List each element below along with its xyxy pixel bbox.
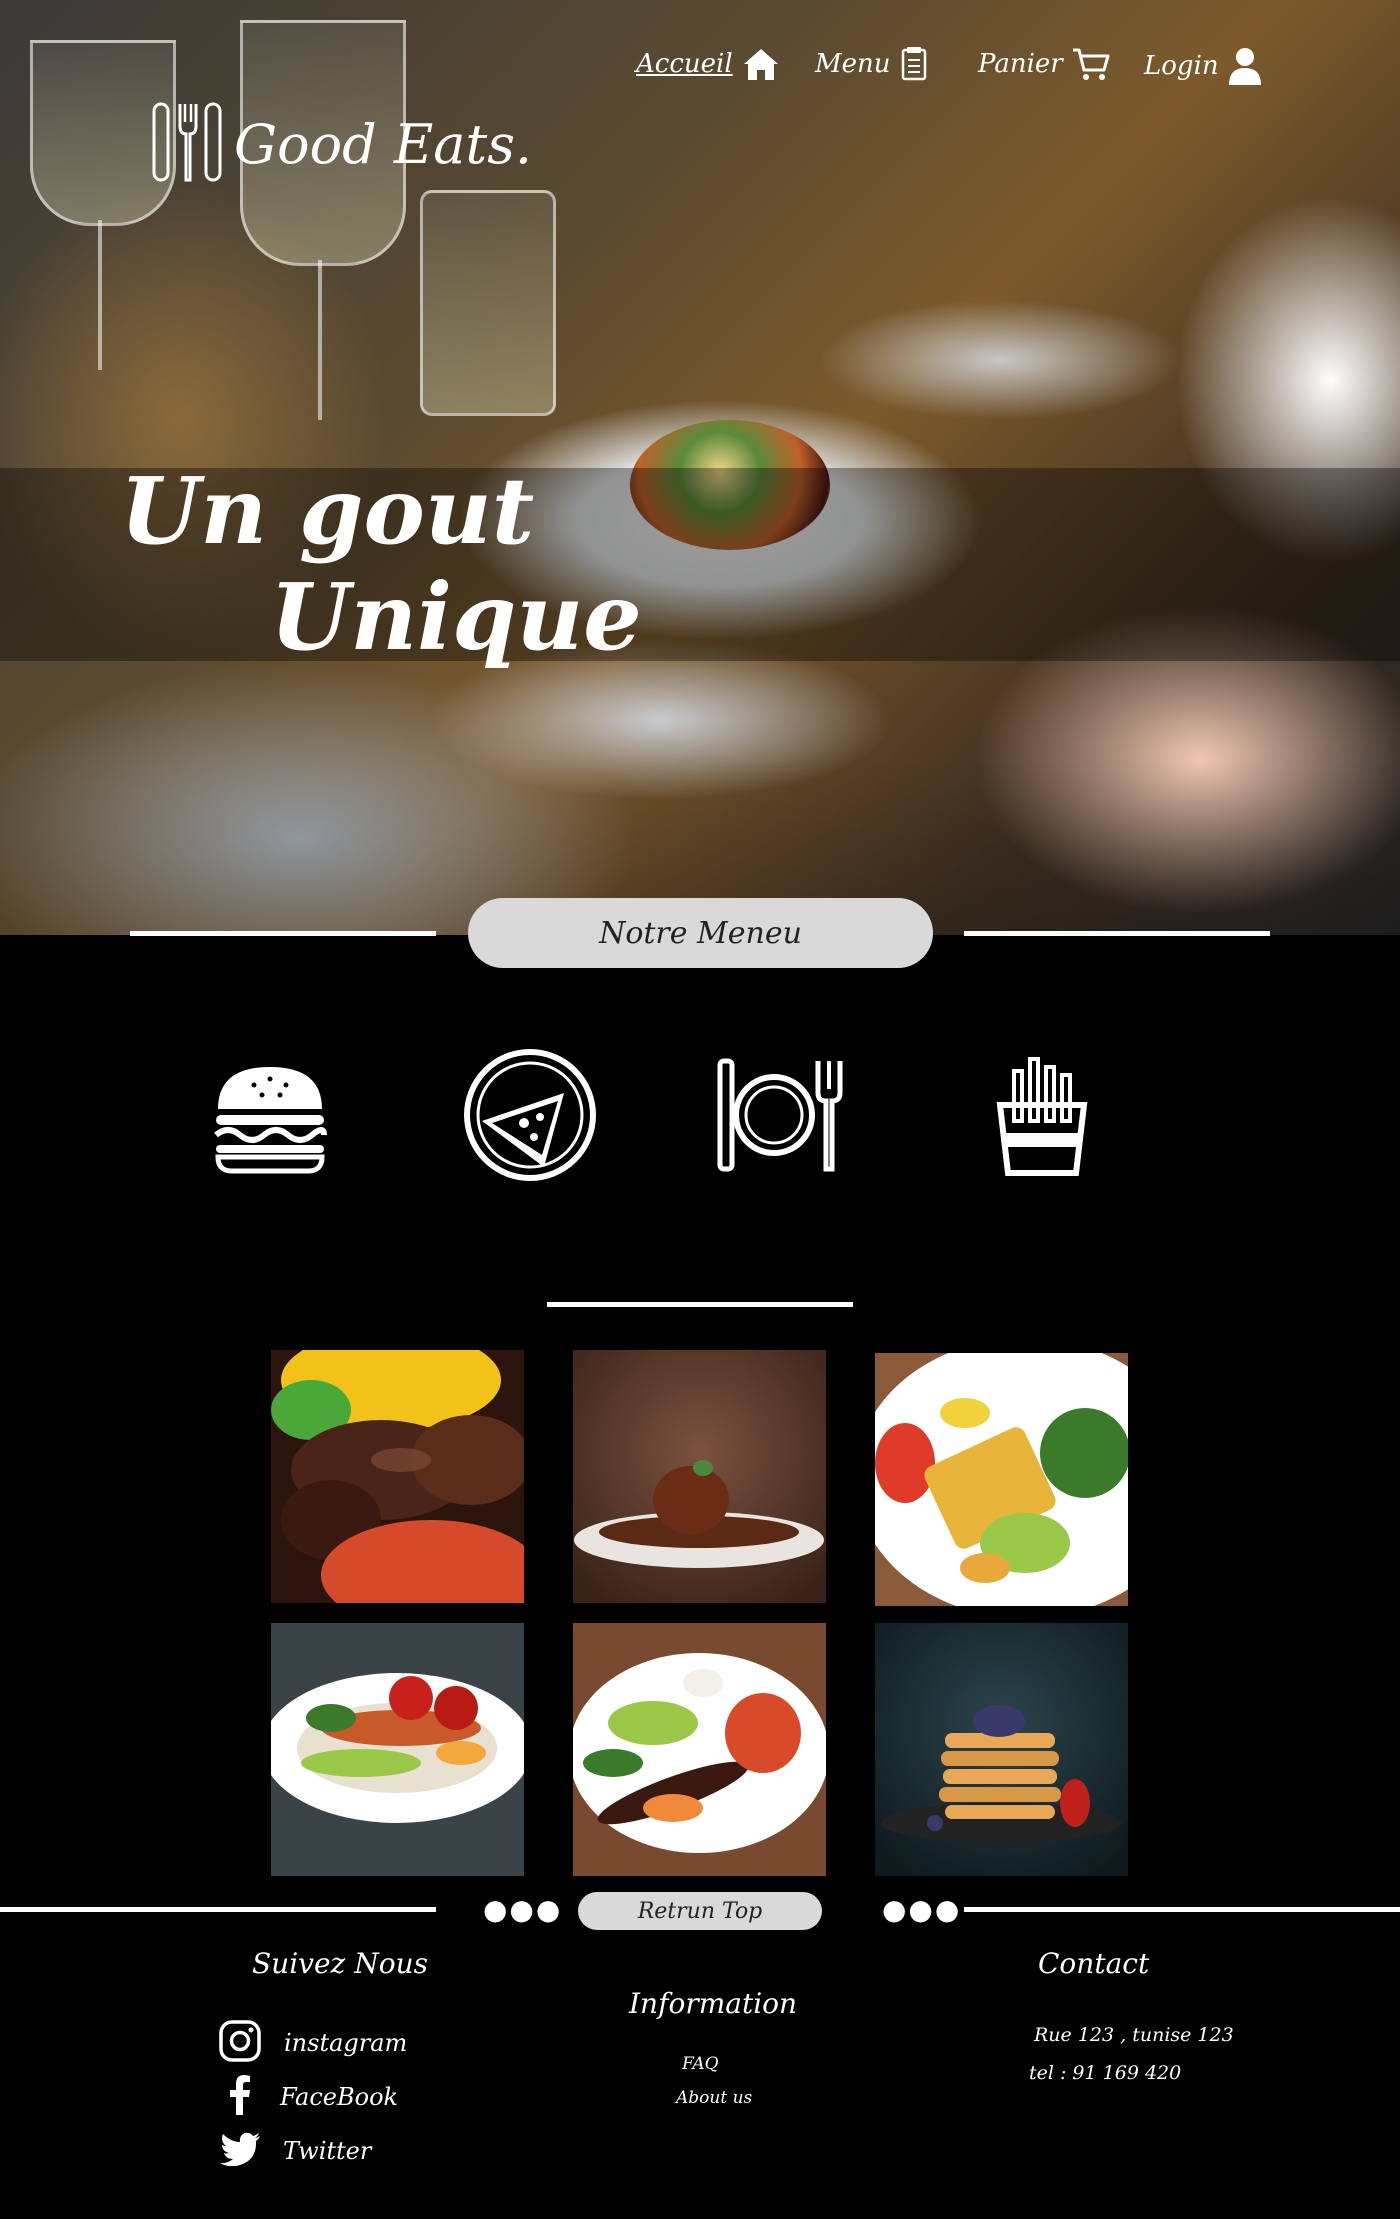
about-us-link[interactable]: About us xyxy=(676,2088,752,2108)
gallery-item[interactable] xyxy=(271,1623,524,1876)
gallery-item[interactable] xyxy=(875,1623,1128,1876)
contact-phone: tel : 91 169 420 xyxy=(1029,2062,1182,2084)
tagline-line-2: Unique xyxy=(270,563,642,671)
nav-label: Panier xyxy=(978,49,1063,79)
gallery-item[interactable] xyxy=(573,1623,826,1876)
brand-logo[interactable]: Good Eats. xyxy=(150,100,532,188)
instagram-icon xyxy=(218,2019,262,2067)
divider-line xyxy=(0,1907,436,1912)
cart-icon xyxy=(1071,46,1111,82)
information-title: Information xyxy=(629,1987,798,2020)
plate-cutlery-icon xyxy=(717,1058,843,1172)
divider-line xyxy=(547,1302,853,1307)
twitter-icon xyxy=(219,2132,261,2170)
dish-photo xyxy=(573,1350,826,1603)
dish-photo xyxy=(573,1623,826,1876)
follow-title: Suivez Nous xyxy=(252,1947,428,1980)
facebook-icon xyxy=(222,2075,258,2119)
dish-photo xyxy=(271,1350,524,1603)
nav-label: Accueil xyxy=(636,49,733,79)
nav-accueil[interactable]: Accueil xyxy=(636,46,781,82)
return-top-button[interactable]: Retrun Top xyxy=(578,1892,822,1930)
dish-photo xyxy=(875,1623,1128,1876)
notre-menu-button[interactable]: Notre Meneu xyxy=(468,898,933,968)
utensils-icon xyxy=(150,100,224,188)
nav-panier[interactable]: Panier xyxy=(978,46,1111,82)
home-icon xyxy=(741,46,781,82)
category-frites[interactable] xyxy=(972,1045,1112,1185)
top-navigation: Accueil Menu Panier Login xyxy=(0,46,1400,86)
divider-line xyxy=(130,931,436,936)
brand-name: Good Eats. xyxy=(234,112,533,176)
social-instagram[interactable]: instagram xyxy=(218,2019,407,2067)
ellipsis-decoration: ●●● xyxy=(882,1893,962,1926)
user-icon xyxy=(1227,46,1263,86)
social-label: instagram xyxy=(284,2029,408,2057)
contact-address: Rue 123 , tunise 123 xyxy=(1034,2024,1234,2046)
faq-link[interactable]: FAQ xyxy=(682,2054,719,2074)
social-label: FaceBook xyxy=(280,2083,399,2111)
social-twitter[interactable]: Twitter xyxy=(219,2132,371,2170)
contact-title: Contact xyxy=(1038,1947,1150,1980)
nav-label: Login xyxy=(1144,51,1219,81)
fries-icon xyxy=(996,1057,1088,1176)
category-pizza[interactable] xyxy=(460,1045,600,1185)
dish-photo xyxy=(875,1353,1128,1606)
gallery-item[interactable] xyxy=(271,1350,524,1603)
pizza-icon xyxy=(464,1049,596,1181)
divider-line xyxy=(964,1907,1400,1912)
hero-tagline: Un gout Unique xyxy=(120,465,642,663)
nav-menu[interactable]: Menu xyxy=(815,46,931,82)
social-label: Twitter xyxy=(283,2137,372,2165)
nav-login[interactable]: Login xyxy=(1144,46,1263,86)
gallery-item[interactable] xyxy=(875,1353,1128,1606)
divider-line xyxy=(964,931,1270,936)
ellipsis-decoration: ●●● xyxy=(483,1893,563,1926)
nav-label: Menu xyxy=(815,49,891,79)
tagline-line-1: Un gout xyxy=(120,457,535,565)
category-plat[interactable] xyxy=(710,1045,850,1185)
dish-photo xyxy=(271,1623,524,1876)
category-burger[interactable] xyxy=(200,1045,340,1185)
gallery-item[interactable] xyxy=(573,1350,826,1603)
menu-icon xyxy=(899,46,931,82)
social-facebook[interactable]: FaceBook xyxy=(222,2075,398,2119)
burger-icon xyxy=(214,1067,327,1174)
